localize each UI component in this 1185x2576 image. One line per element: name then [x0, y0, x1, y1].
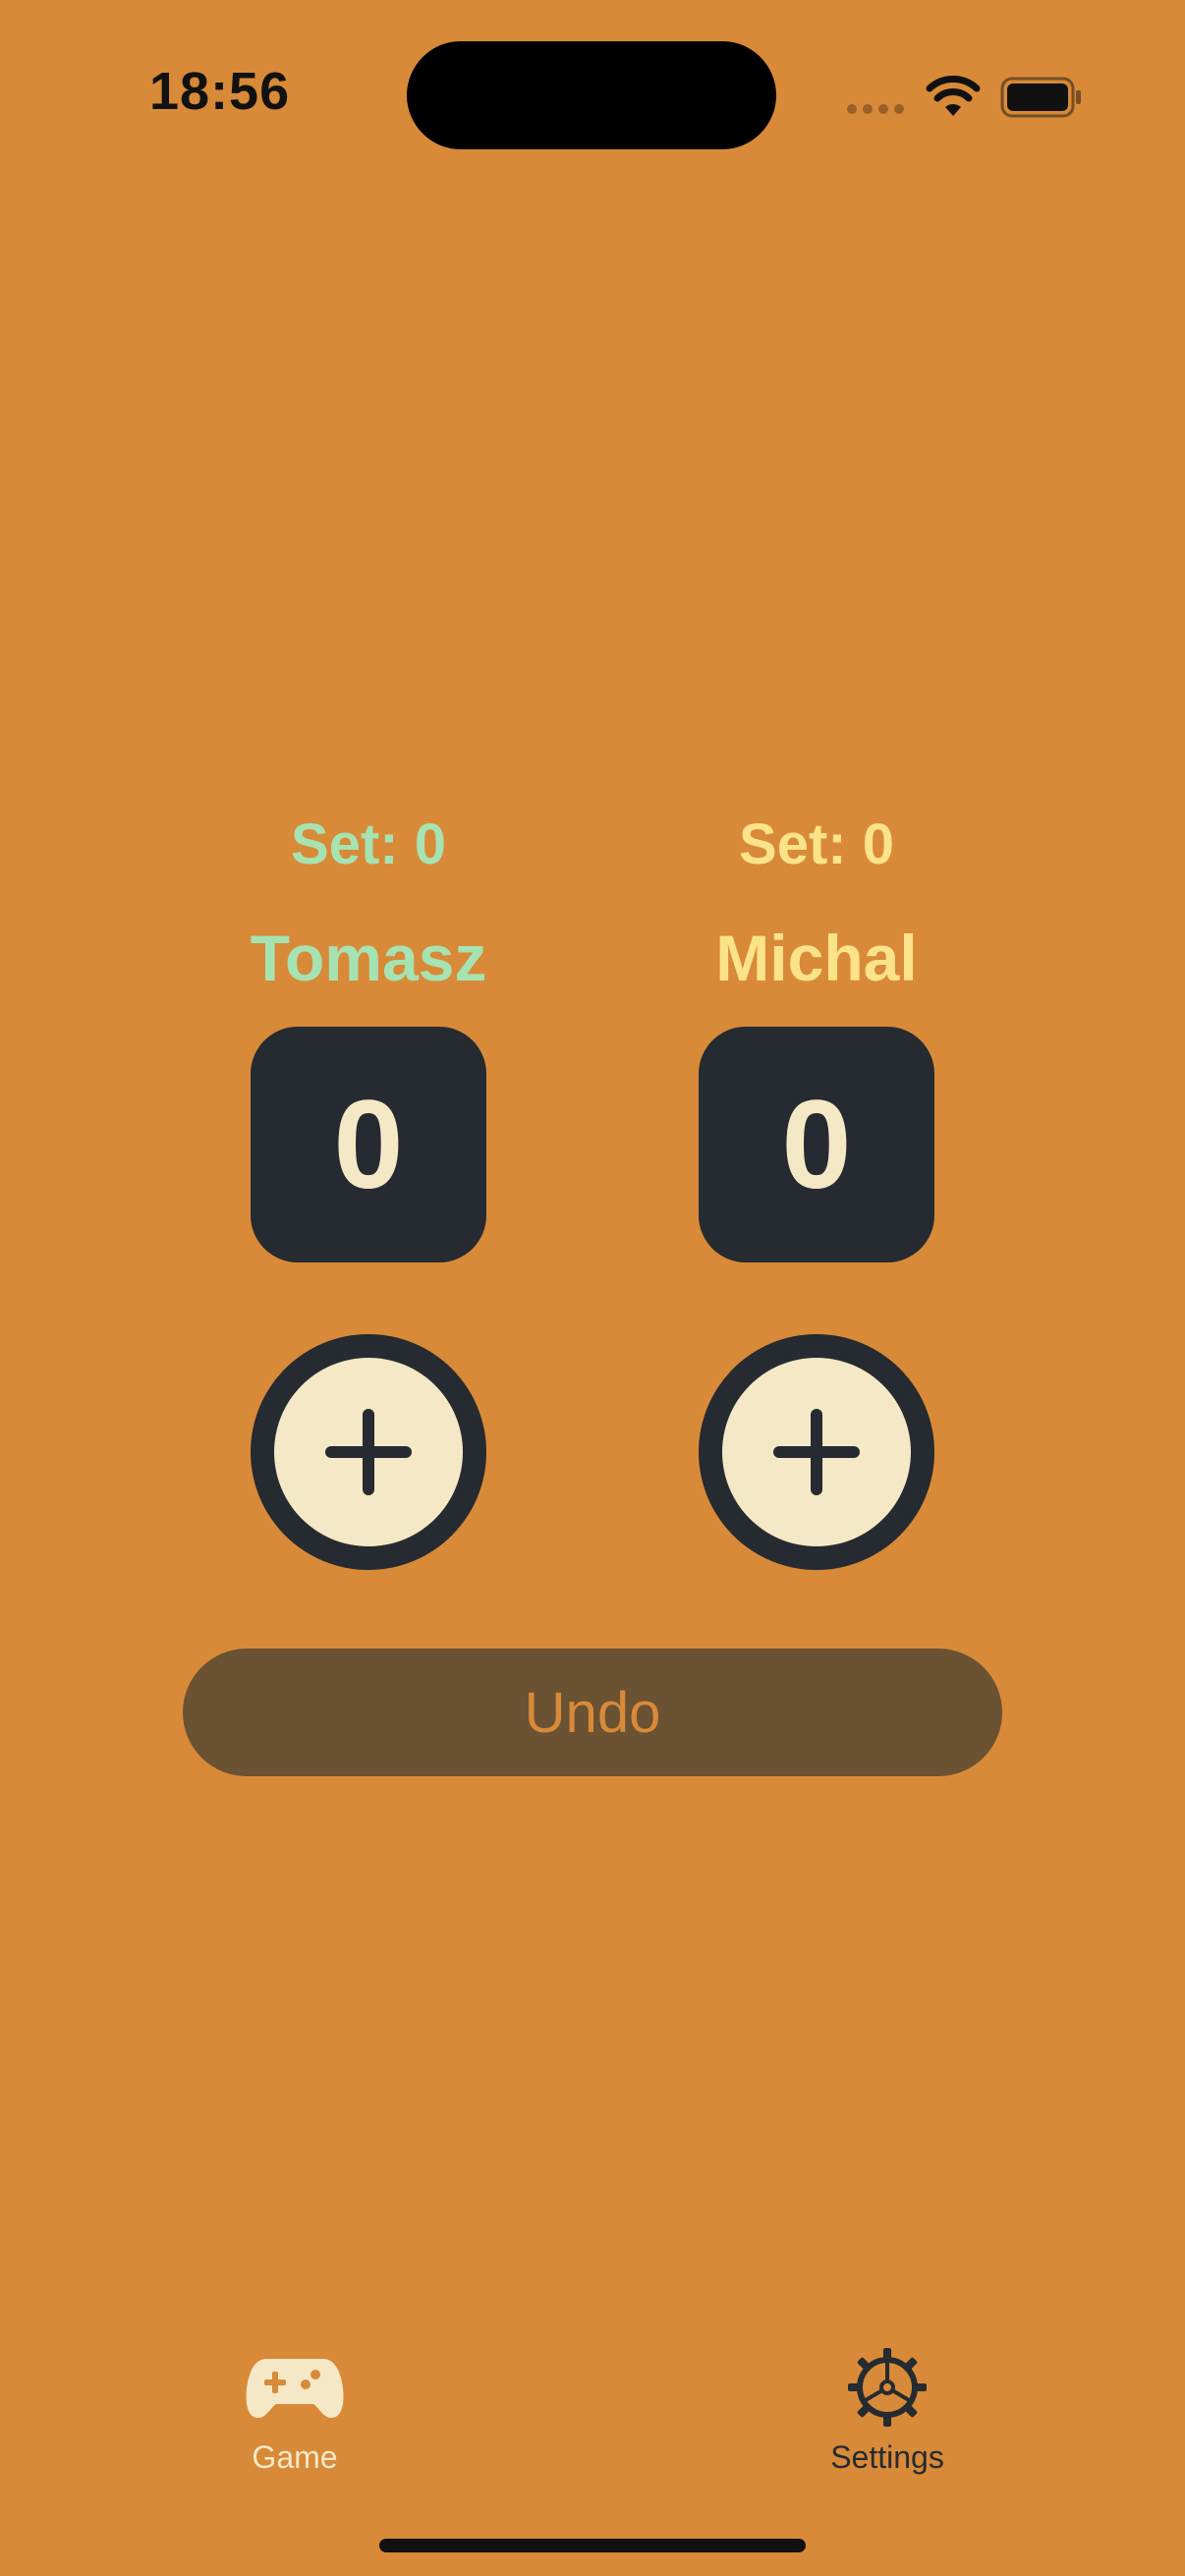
tab-game[interactable]: Game [177, 2343, 413, 2481]
player-2-name: Michal [715, 922, 918, 994]
player-1-add-point-button[interactable] [251, 1334, 486, 1570]
status-icons [847, 73, 1083, 122]
status-time: 18:56 [149, 62, 291, 121]
battery-icon [1000, 77, 1081, 118]
gamecontroller-icon [246, 2359, 344, 2418]
player-2-set-count: Set: 0 [739, 812, 894, 876]
player-1-name: Tomasz [250, 922, 487, 994]
wifi-icon [926, 76, 981, 116]
tab-settings-label: Settings [830, 2439, 944, 2475]
plus-icon [722, 1358, 911, 1546]
undo-button[interactable]: Undo [183, 1649, 1002, 1776]
tab-game-label: Game [252, 2439, 338, 2475]
home-indicator[interactable] [379, 2539, 806, 2552]
player-1-score: 0 [251, 1027, 486, 1262]
player-2-add-point-button[interactable] [699, 1334, 934, 1570]
plus-icon [274, 1358, 463, 1546]
tab-settings[interactable]: Settings [769, 2343, 1005, 2481]
player-1-set-count: Set: 0 [291, 812, 446, 876]
player-2-score: 0 [699, 1027, 934, 1262]
gear-icon [848, 2348, 927, 2427]
cellular-signal-icon [847, 104, 904, 114]
app-screen: 18:56 Set: 0 Tomasz 0 Set: 0 Michal 0 Un… [0, 0, 1185, 2576]
dynamic-island [407, 41, 776, 149]
